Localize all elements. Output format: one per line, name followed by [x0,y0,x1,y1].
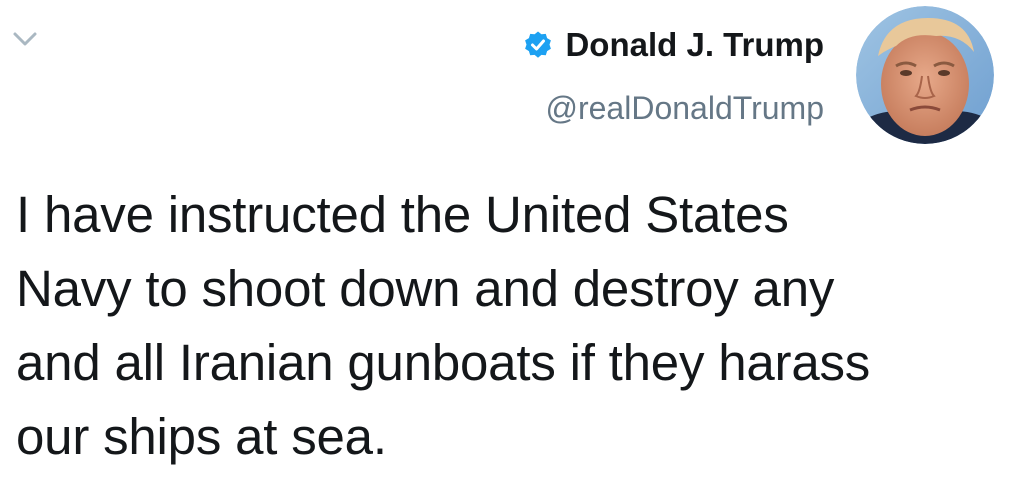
tweet-text-line: our ships at sea. [16,408,387,465]
tweet-text-line: Navy to shoot down and destroy any [16,260,835,317]
tweet-text-line: I have instructed the United States [16,186,789,243]
tweet-card: Donald J. Trump @realDonaldTrump I have … [0,0,1024,498]
author-display-name[interactable]: Donald J. Trump [565,26,824,64]
author-handle[interactable]: @realDonaldTrump [523,90,824,127]
tweet-text-line: and all Iranian gunboats if they harass [16,334,871,391]
verified-badge-icon [525,31,552,58]
chevron-down-icon[interactable] [12,30,38,48]
tweet-text: I have instructed the United States Navy… [16,178,1016,474]
author-name-row[interactable]: Donald J. Trump [523,22,824,68]
avatar[interactable] [856,6,994,144]
tweet-author-header: Donald J. Trump @realDonaldTrump [523,22,824,127]
